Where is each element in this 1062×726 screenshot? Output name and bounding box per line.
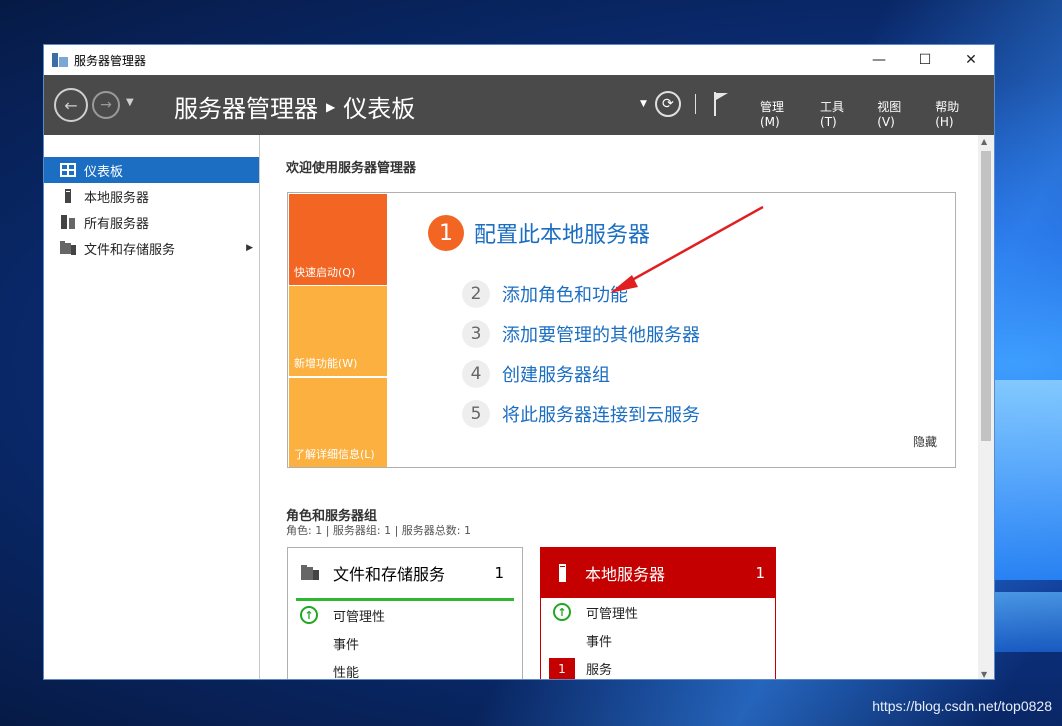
notifications-flag-icon[interactable] bbox=[712, 92, 730, 116]
card-count: 1 bbox=[755, 564, 765, 582]
annotation-arrow-icon bbox=[610, 205, 764, 293]
menu-view[interactable]: 视图(V) bbox=[877, 98, 916, 129]
refresh-icon[interactable]: ⟳ bbox=[654, 91, 681, 117]
arrow-left-icon: ← bbox=[64, 95, 78, 115]
tile-learn-more[interactable]: 了解详细信息(L) bbox=[289, 378, 387, 467]
menu-tools[interactable]: 工具(T) bbox=[820, 98, 858, 129]
step-link[interactable]: 创建服务器组 bbox=[502, 361, 610, 387]
sidebar-item-file-storage[interactable]: 文件和存储服务 ▶ bbox=[44, 235, 259, 261]
card-local-server[interactable]: 本地服务器 1 ↑ 可管理性 事件 1 服务 bbox=[540, 547, 776, 679]
card-row-events[interactable]: 事件 bbox=[288, 629, 522, 657]
step-add-servers[interactable]: 3 添加要管理的其他服务器 bbox=[462, 320, 700, 348]
windows-logo-lower bbox=[992, 592, 1062, 652]
breadcrumb: 服务器管理器 ▶ 仪表板 bbox=[174, 89, 415, 124]
step-link[interactable]: 将此服务器连接到云服务 bbox=[502, 401, 700, 427]
dashboard-main: 欢迎使用服务器管理器 快速启动(Q) 新增功能(W) 了解详细信息(L) 1 配… bbox=[260, 135, 978, 680]
scroll-down-icon[interactable]: ▼ bbox=[981, 670, 987, 679]
row-label: 服务 bbox=[586, 662, 613, 678]
sidebar-item-local-server[interactable]: 本地服务器 bbox=[44, 183, 259, 209]
welcome-panel: 快速启动(Q) 新增功能(W) 了解详细信息(L) 1 配置此本地服务器 2 添… bbox=[287, 192, 956, 468]
step-number: 2 bbox=[462, 280, 490, 308]
row-label: 事件 bbox=[333, 637, 360, 653]
chevron-right-icon[interactable]: ▶ bbox=[246, 243, 253, 253]
servers-icon bbox=[61, 215, 75, 229]
sidebar-item-label: 仪表板 bbox=[84, 164, 124, 180]
card-row-services[interactable]: 1 服务 bbox=[541, 654, 775, 679]
sidebar-item-dashboard[interactable]: 仪表板 bbox=[44, 157, 259, 183]
tile-label: 了解详细信息(L) bbox=[294, 448, 375, 461]
menu-bar: 管理(M) 工具(T) 视图(V) 帮助(H) bbox=[760, 98, 994, 129]
step-link[interactable]: 添加要管理的其他服务器 bbox=[502, 321, 700, 347]
server-manager-window: 服务器管理器 — ☐ ✕ ← → ▼ 服务器管理器 ▶ 仪表板 ▼ ⟳ 管理(M… bbox=[43, 44, 995, 680]
row-label: 性能 bbox=[333, 665, 360, 680]
sidebar-item-label: 文件和存储服务 bbox=[84, 242, 176, 258]
step-number: 3 bbox=[462, 320, 490, 348]
breadcrumb-root[interactable]: 服务器管理器 bbox=[174, 89, 318, 124]
sidebar-item-all-servers[interactable]: 所有服务器 bbox=[44, 209, 259, 235]
vertical-scrollbar[interactable]: ▲ ▼ bbox=[978, 135, 994, 679]
server-manager-icon bbox=[52, 53, 68, 67]
divider bbox=[694, 94, 696, 114]
card-title[interactable]: 文件和存储服务 bbox=[333, 561, 445, 585]
sidebar: 仪表板 本地服务器 所有服务器 文件和存储服务 ▶ bbox=[44, 135, 260, 679]
card-row-performance[interactable]: 性能 bbox=[288, 657, 522, 680]
card-count: 1 bbox=[494, 564, 504, 582]
row-label: 事件 bbox=[586, 634, 613, 650]
sidebar-item-label: 所有服务器 bbox=[84, 216, 150, 232]
step-number: 5 bbox=[462, 400, 490, 428]
card-row-manageability[interactable]: ↑ 可管理性 bbox=[288, 601, 522, 629]
windows-logo bbox=[992, 380, 1062, 580]
step-number: 4 bbox=[462, 360, 490, 388]
back-button[interactable]: ← bbox=[54, 88, 88, 122]
row-label: 可管理性 bbox=[333, 609, 386, 625]
welcome-title: 欢迎使用服务器管理器 bbox=[286, 161, 417, 176]
menu-help[interactable]: 帮助(H) bbox=[935, 98, 975, 129]
folder-server-icon bbox=[301, 565, 319, 580]
breadcrumb-separator-icon: ▶ bbox=[326, 99, 336, 114]
card-row-manageability[interactable]: ↑ 可管理性 bbox=[541, 598, 775, 626]
alert-count-badge: 1 bbox=[549, 658, 575, 679]
server-icon bbox=[559, 564, 566, 582]
menu-manage[interactable]: 管理(M) bbox=[760, 98, 801, 129]
dropdown-icon[interactable]: ▼ bbox=[640, 99, 647, 109]
minimize-button[interactable]: — bbox=[856, 45, 902, 75]
step-number-badge: 1 bbox=[428, 215, 464, 251]
tile-label: 快速启动(Q) bbox=[294, 266, 356, 279]
close-button[interactable]: ✕ bbox=[948, 45, 994, 75]
watermark: https://blog.csdn.net/top0828 bbox=[872, 698, 1052, 714]
scroll-up-icon[interactable]: ▲ bbox=[981, 137, 987, 146]
row-label: 可管理性 bbox=[586, 606, 639, 622]
card-row-events[interactable]: 事件 bbox=[541, 626, 775, 654]
card-title[interactable]: 本地服务器 bbox=[585, 561, 665, 585]
window-title: 服务器管理器 bbox=[74, 53, 147, 68]
step-connect-cloud[interactable]: 5 将此服务器连接到云服务 bbox=[462, 400, 700, 428]
hide-link[interactable]: 隐藏 bbox=[913, 433, 937, 450]
folder-server-icon bbox=[60, 241, 76, 255]
header-bar: ← → ▼ 服务器管理器 ▶ 仪表板 ▼ ⟳ 管理(M) 工具(T) 视图(V)… bbox=[44, 75, 994, 135]
arrow-right-icon: → bbox=[100, 97, 112, 113]
server-icon bbox=[65, 189, 71, 203]
ok-arrow-up-icon: ↑ bbox=[553, 603, 571, 621]
tile-whats-new[interactable]: 新增功能(W) bbox=[289, 286, 387, 376]
scroll-thumb[interactable] bbox=[981, 151, 991, 441]
maximize-button[interactable]: ☐ bbox=[902, 45, 948, 75]
tile-quick-start[interactable]: 快速启动(Q) bbox=[289, 194, 387, 285]
dashboard-icon bbox=[60, 163, 76, 177]
step-create-group[interactable]: 4 创建服务器组 bbox=[462, 360, 610, 388]
forward-button[interactable]: → bbox=[92, 91, 120, 119]
ok-arrow-up-icon: ↑ bbox=[300, 606, 318, 624]
roles-subtitle: 角色: 1 | 服务器组: 1 | 服务器总数: 1 bbox=[286, 524, 472, 537]
breadcrumb-current: 仪表板 bbox=[343, 95, 416, 123]
history-dropdown-icon[interactable]: ▼ bbox=[126, 97, 134, 108]
title-bar: 服务器管理器 — ☐ ✕ bbox=[44, 45, 994, 75]
sidebar-item-label: 本地服务器 bbox=[84, 190, 150, 206]
tile-label: 新增功能(W) bbox=[294, 357, 358, 370]
card-file-storage[interactable]: 文件和存储服务 1 ↑ 可管理性 事件 性能 bbox=[287, 547, 523, 680]
